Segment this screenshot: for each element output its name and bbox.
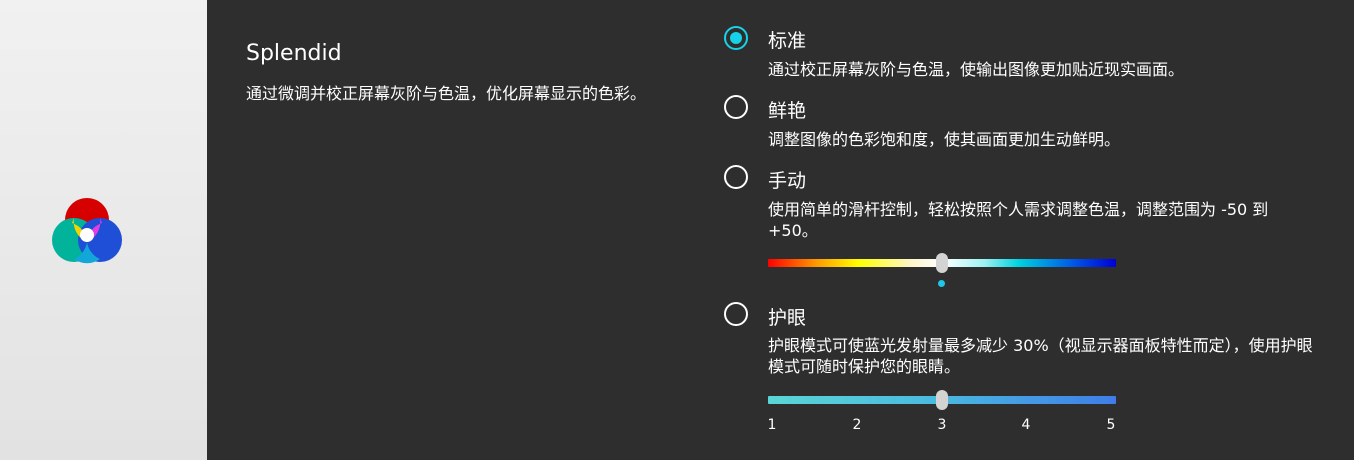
color-temperature-slider-thumb[interactable] <box>936 253 948 273</box>
eye-care-tick-label: 5 <box>1106 417 1116 433</box>
app-sidebar <box>0 0 207 460</box>
radio-standard[interactable] <box>724 26 748 50</box>
eye-care-tick-label: 3 <box>937 417 947 433</box>
option-label-eye-care[interactable]: 护眼 <box>768 303 806 330</box>
option-label-standard[interactable]: 标准 <box>768 26 806 53</box>
splendid-settings-panel: Splendid 通过微调并校正屏幕灰阶与色温，优化屏幕显示的色彩。 标准 通过… <box>207 0 1354 460</box>
radio-eye-care[interactable] <box>724 302 748 326</box>
radio-vivid[interactable] <box>724 95 748 119</box>
eye-care-slider-thumb[interactable] <box>936 390 948 410</box>
option-desc-standard: 通过校正屏幕灰阶与色温，使输出图像更加贴近现实画面。 <box>768 60 1185 79</box>
option-label-vivid[interactable]: 鲜艳 <box>768 96 806 123</box>
radio-selected-dot <box>730 32 742 44</box>
radio-manual[interactable] <box>724 165 748 189</box>
eye-care-tick-label: 1 <box>767 417 777 433</box>
page-description: 通过微调并校正屏幕灰阶与色温，优化屏幕显示的色彩。 <box>246 84 647 103</box>
option-desc-vivid: 调整图像的色彩饱和度，使其画面更加生动鲜明。 <box>768 130 1121 149</box>
rgb-circles-logo-icon <box>52 198 122 264</box>
page-title: Splendid <box>246 41 342 66</box>
eye-care-tick-label: 4 <box>1021 417 1031 433</box>
eye-care-tick-label: 2 <box>852 417 862 433</box>
option-label-manual[interactable]: 手动 <box>768 166 806 193</box>
option-desc-manual: 使用简单的滑杆控制，轻松按照个人需求调整色温，调整范围为 -50 到 +50。 <box>768 200 1269 240</box>
option-desc-eye-care: 护眼模式可使蓝光发射量最多减少 30%（视显示器面板特性而定），使用护眼模式可随… <box>768 336 1313 376</box>
slider-center-marker <box>938 280 945 287</box>
